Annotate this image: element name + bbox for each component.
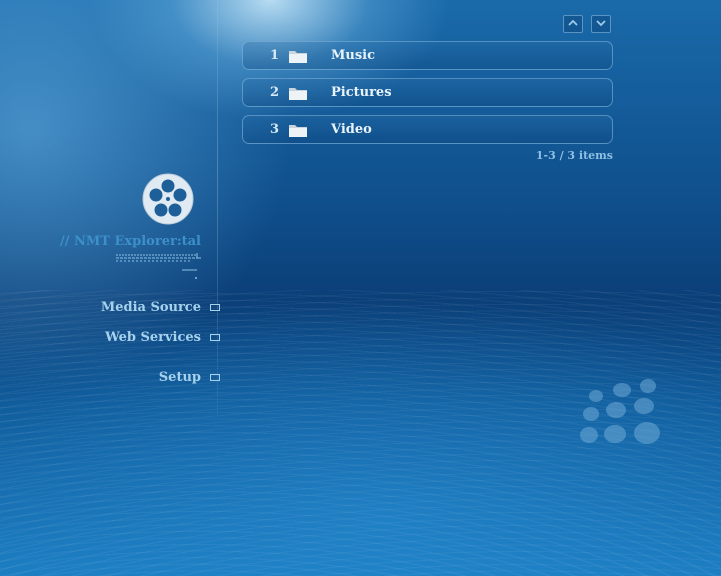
folder-icon	[289, 125, 307, 137]
menu-item-setup[interactable]: Setup	[101, 369, 220, 387]
list-item-music[interactable]: 1 Music	[242, 41, 613, 70]
menu-item-web-services[interactable]: Web Services	[101, 329, 220, 347]
item-count: 1-3 / 3 items	[535, 149, 613, 162]
list-item-video[interactable]: 3 Video	[242, 115, 613, 144]
chevron-up-icon	[568, 19, 578, 26]
checkbox-icon	[210, 334, 220, 341]
scroll-down-button[interactable]	[591, 15, 611, 33]
folder-icon	[289, 51, 307, 63]
checkbox-icon	[210, 374, 220, 381]
app-title: // NMT Explorer:tal	[60, 234, 201, 249]
chevron-down-icon	[596, 20, 606, 27]
item-number: 1	[269, 48, 279, 63]
fine-print-decoration	[116, 253, 201, 279]
dot-cluster-logo	[580, 379, 660, 444]
item-label: Video	[331, 122, 372, 137]
panel-divider	[217, 0, 218, 415]
film-reel-icon	[142, 173, 194, 225]
item-label: Pictures	[331, 85, 392, 100]
folder-list: 1 Music 2 Pictures 3 Video	[242, 41, 613, 152]
menu-item-label: Media Source	[100, 300, 201, 315]
item-label: Music	[331, 48, 376, 63]
menu-item-media-source[interactable]: Media Source	[100, 299, 220, 317]
scroll-up-button[interactable]	[563, 15, 583, 33]
item-number: 2	[269, 85, 279, 100]
folder-icon	[289, 88, 307, 100]
sidebar-menu: Media Source Web Services Setup	[100, 299, 220, 387]
list-item-pictures[interactable]: 2 Pictures	[242, 78, 613, 107]
menu-item-label: Setup	[158, 370, 201, 385]
menu-item-label: Web Services	[105, 330, 201, 345]
item-number: 3	[269, 122, 279, 137]
checkbox-icon	[210, 304, 220, 311]
